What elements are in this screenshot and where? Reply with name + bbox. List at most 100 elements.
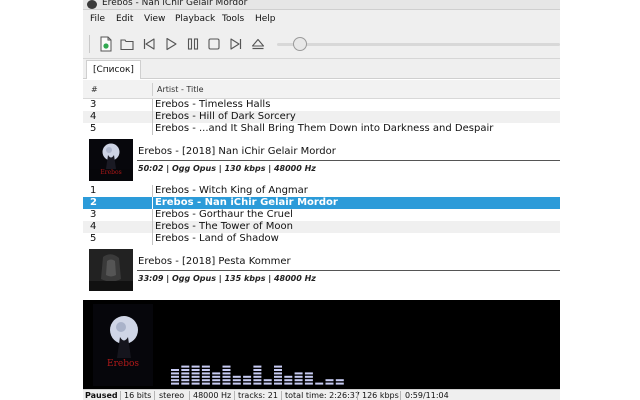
status-samplerate: 48000 Hz <box>193 391 232 400</box>
track-title: Erebos - Gorthaur the Cruel <box>155 209 293 220</box>
toolbar-grip <box>89 35 90 53</box>
pause-icon <box>187 38 199 50</box>
track-number: 4 <box>90 221 97 232</box>
track-number: 4 <box>90 111 97 122</box>
column-separator <box>152 233 153 245</box>
spectrum-bar <box>274 365 282 385</box>
track-title: Erebos - Hill of Dark Sorcery <box>155 111 296 122</box>
new-playlist-button[interactable] <box>96 34 116 54</box>
track-number: 5 <box>90 233 97 244</box>
track-row[interactable]: 1 Erebos - Witch King of Angmar <box>83 185 560 197</box>
menu-edit[interactable]: Edit <box>116 10 133 29</box>
status-separator <box>400 391 401 400</box>
column-separator <box>152 185 153 197</box>
album-group-header[interactable]: Erebos Erebos - [2018] Nan iChir Gelair … <box>83 135 560 183</box>
next-icon <box>230 38 242 50</box>
menu-bar: File Edit View Playback Tools Help <box>83 10 560 29</box>
track-title: Erebos - Witch King of Angmar <box>155 185 308 196</box>
previous-icon <box>143 38 155 50</box>
column-separator <box>152 197 153 209</box>
status-state: Paused <box>85 391 118 400</box>
svg-text:Erebos: Erebos <box>100 169 121 176</box>
spectrum-analyzer <box>171 365 344 385</box>
app-icon <box>87 0 97 9</box>
spectrum-bar <box>325 379 334 385</box>
toolbar <box>83 29 560 59</box>
column-artist-title[interactable]: Artist - Title <box>157 80 204 99</box>
track-row[interactable]: 3 Erebos - Timeless Halls <box>83 99 560 111</box>
album-cover <box>89 249 133 291</box>
status-separator <box>281 391 282 400</box>
track-number: 3 <box>90 99 97 110</box>
playlist-view: 3 Erebos - Timeless Halls 4 Erebos - Hil… <box>83 99 560 300</box>
status-separator <box>357 391 358 400</box>
spectrum-bar <box>263 379 272 385</box>
album-title: Erebos - [2018] Nan iChir Gelair Mordor <box>138 146 336 157</box>
status-separator <box>154 391 155 400</box>
spectrum-bar <box>315 382 324 385</box>
play-button[interactable] <box>161 34 181 54</box>
status-bitrate: 126 kbps <box>362 391 399 400</box>
playlist-tabs: [Список] <box>83 59 560 79</box>
spectrum-bar <box>335 379 344 385</box>
spectrum-bar <box>253 365 262 385</box>
album-group-header[interactable]: Erebos - [2018] Pesta Kommer 33:09 | Ogg… <box>83 245 560 293</box>
spectrum-bar <box>181 365 190 385</box>
menu-view[interactable]: View <box>144 10 165 29</box>
column-divider <box>152 83 153 96</box>
menu-help[interactable]: Help <box>255 10 276 29</box>
stop-button[interactable] <box>204 34 224 54</box>
spectrum-bar <box>304 372 313 385</box>
title-bar[interactable]: Erebos - Nan iChir Gelair Mordor <box>83 0 560 10</box>
menu-playback[interactable]: Playback <box>175 10 215 29</box>
track-row[interactable]: 5 Erebos - ...and It Shall Bring Them Do… <box>83 123 560 135</box>
spectrum-bar <box>284 375 293 385</box>
spectrum-bar <box>212 372 221 385</box>
track-title: Erebos - Land of Shadow <box>155 233 279 244</box>
column-separator <box>152 209 153 221</box>
menu-file[interactable]: File <box>90 10 105 29</box>
track-number: 5 <box>90 123 97 134</box>
track-title: Erebos - Nan iChir Gelair Mordor <box>155 197 338 208</box>
status-bar: Paused 16 bits stereo 48000 Hz tracks: 2… <box>83 389 560 400</box>
album-divider <box>137 270 560 271</box>
open-folder-button[interactable] <box>117 34 137 54</box>
track-title: Erebos - ...and It Shall Bring Them Down… <box>155 123 494 134</box>
status-separator <box>189 391 190 400</box>
tab-playlist[interactable]: [Список] <box>86 60 141 79</box>
spectrum-bar <box>294 372 303 385</box>
next-button[interactable] <box>226 34 246 54</box>
album-info: 50:02 | Ogg Opus | 130 kbps | 48000 Hz <box>138 164 316 173</box>
track-row[interactable]: 5 Erebos - Land of Shadow <box>83 233 560 245</box>
menu-tools[interactable]: Tools <box>222 10 244 29</box>
svg-text:Erebos: Erebos <box>107 359 139 369</box>
eject-button[interactable] <box>248 34 268 54</box>
track-number: 1 <box>90 185 97 196</box>
seek-slider[interactable] <box>277 43 560 46</box>
column-number[interactable]: # <box>91 80 98 99</box>
track-row[interactable]: 4 Erebos - Hill of Dark Sorcery <box>83 111 560 123</box>
pause-button[interactable] <box>183 34 203 54</box>
column-separator <box>152 221 153 233</box>
status-channels: stereo <box>159 391 185 400</box>
track-number: 2 <box>90 197 97 208</box>
status-total-time: total time: 2:26:37 <box>285 391 360 400</box>
spectrum-bar <box>171 369 179 385</box>
track-number: 3 <box>90 209 97 220</box>
status-separator <box>120 391 121 400</box>
column-separator <box>152 111 153 123</box>
track-row-selected[interactable]: 2 Erebos - Nan iChir Gelair Mordor <box>83 197 560 209</box>
spectrum-bar <box>232 375 241 385</box>
track-row[interactable]: 4 Erebos - The Tower of Moon <box>83 221 560 233</box>
open-folder-icon <box>120 39 134 51</box>
column-header: # Artist - Title <box>83 80 560 99</box>
track-row[interactable]: 3 Erebos - Gorthaur the Cruel <box>83 209 560 221</box>
window-title: Erebos - Nan iChir Gelair Mordor <box>102 0 248 8</box>
album-info: 33:09 | Ogg Opus | 135 kbps | 48000 Hz <box>138 274 316 283</box>
status-bits: 16 bits <box>124 391 152 400</box>
new-playlist-icon <box>100 36 112 52</box>
previous-button[interactable] <box>139 34 159 54</box>
visualizer-panel: Erebos <box>83 300 560 389</box>
seek-handle[interactable] <box>293 37 307 51</box>
column-separator <box>152 123 153 135</box>
